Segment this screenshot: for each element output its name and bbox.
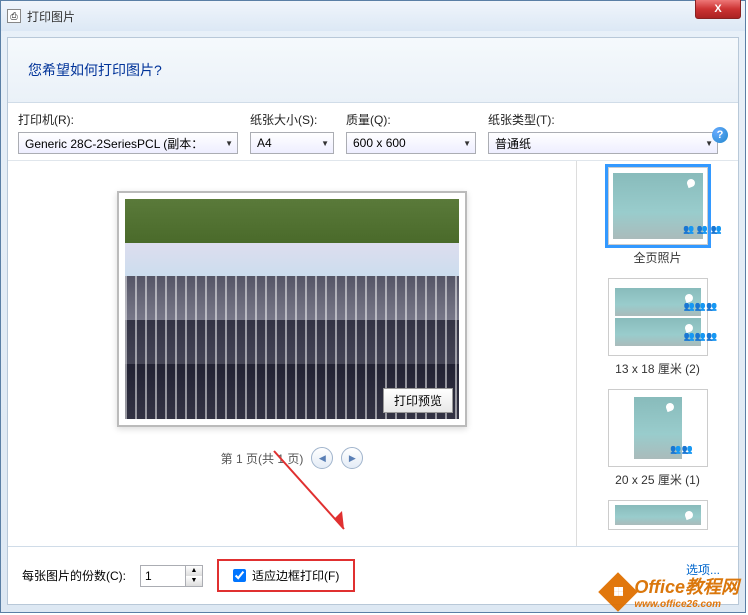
layout-20x25[interactable]: 👥👥 20 x 25 厘米 (1) <box>589 389 726 488</box>
watermark: ❖ Office教程网 www.office26.com <box>604 573 739 610</box>
layout-13x18[interactable]: 👥👥👥 👥👥👥 13 x 18 厘米 (2) <box>589 278 726 377</box>
print-preview-button[interactable]: 打印预览 <box>383 388 453 413</box>
window-icon: ⎙ <box>7 9 21 23</box>
layout-more[interactable] <box>589 500 726 530</box>
quality-value: 600 x 600 <box>353 136 406 150</box>
paper-type-value: 普通纸 <box>495 135 531 152</box>
preview-pane: 打印预览 第 1 页(共 1 页) ◀ ▶ <box>8 161 576 546</box>
chevron-down-icon: ▼ <box>225 139 233 148</box>
fit-frame-checkbox[interactable] <box>233 569 246 582</box>
preview-image <box>125 199 459 419</box>
window-title: 打印图片 <box>27 8 75 25</box>
paper-size-value: A4 <box>257 136 272 150</box>
help-icon: ? <box>717 129 724 141</box>
chevron-down-icon: ▼ <box>321 139 329 148</box>
paper-size-label: 纸张大小(S): <box>250 111 334 128</box>
print-pictures-window: ⎙ 打印图片 X 您希望如何打印图片? 打印机(R): Generic 28C-… <box>0 0 746 613</box>
printer-value: Generic 28C-2SeriesPCL (副本： <box>25 135 203 152</box>
preview-frame: 打印预览 <box>117 191 467 427</box>
layout-label: 20 x 25 厘米 (1) <box>589 471 726 488</box>
watermark-logo-icon: ❖ <box>599 572 639 612</box>
fit-frame-highlight: 适应边框打印(F) <box>217 559 355 592</box>
pager: 第 1 页(共 1 页) ◀ ▶ <box>221 447 364 469</box>
print-options-row: 打印机(R): Generic 28C-2SeriesPCL (副本： ▼ 纸张… <box>8 103 738 161</box>
dialog-content: 您希望如何打印图片? 打印机(R): Generic 28C-2SeriesPC… <box>7 37 739 605</box>
chevron-down-icon: ▼ <box>463 139 471 148</box>
printer-select[interactable]: Generic 28C-2SeriesPCL (副本： ▼ <box>18 132 238 154</box>
main-question: 您希望如何打印图片? <box>28 60 718 80</box>
copies-input[interactable] <box>141 566 185 586</box>
paper-type-select[interactable]: 普通纸 ▼ <box>488 132 718 154</box>
spin-down-button[interactable]: ▼ <box>186 576 202 586</box>
paper-size-select[interactable]: A4 ▼ <box>250 132 334 154</box>
prev-page-button[interactable]: ◀ <box>311 447 333 469</box>
next-icon: ▶ <box>349 453 356 464</box>
close-button[interactable]: X <box>695 0 741 19</box>
chevron-down-icon: ▼ <box>705 139 713 148</box>
quality-select[interactable]: 600 x 600 ▼ <box>346 132 476 154</box>
copies-spinner[interactable]: ▲ ▼ <box>140 565 203 587</box>
quality-label: 质量(Q): <box>346 111 476 128</box>
main-area: 打印预览 第 1 页(共 1 页) ◀ ▶ <box>8 161 738 546</box>
page-indicator: 第 1 页(共 1 页) <box>221 450 304 467</box>
paper-type-label: 纸张类型(T): <box>488 111 718 128</box>
layout-full-page[interactable]: 👥 👥 👥 全页照片 <box>589 167 726 266</box>
header-area: 您希望如何打印图片? <box>8 38 738 103</box>
close-icon: X <box>714 3 721 15</box>
watermark-url: www.office26.com <box>634 599 739 610</box>
fit-frame-label: 适应边框打印(F) <box>252 567 339 584</box>
printer-label: 打印机(R): <box>18 111 238 128</box>
watermark-brand: Office教程网 <box>634 577 739 597</box>
layout-label: 全页照片 <box>589 249 726 266</box>
spin-up-button[interactable]: ▲ <box>186 566 202 576</box>
titlebar: ⎙ 打印图片 X <box>1 1 745 31</box>
layout-label: 13 x 18 厘米 (2) <box>589 360 726 377</box>
prev-icon: ◀ <box>319 453 326 464</box>
layout-list[interactable]: 👥 👥 👥 全页照片 👥👥👥 👥👥👥 13 x 18 厘米 (2) 👥👥 20 … <box>576 161 738 546</box>
help-button[interactable]: ? <box>712 127 728 143</box>
next-page-button[interactable]: ▶ <box>341 447 363 469</box>
copies-label: 每张图片的份数(C): <box>22 567 126 584</box>
